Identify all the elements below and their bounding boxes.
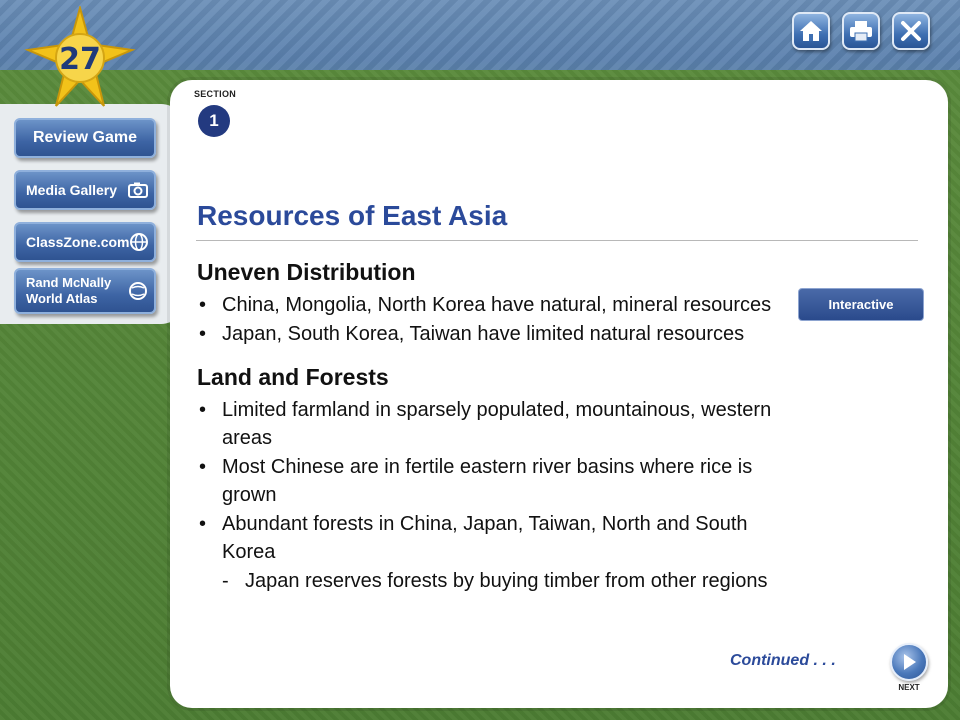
section-land-and-forests: Land and Forests Limited farmland in spa… <box>197 362 797 595</box>
print-button[interactable] <box>842 12 880 50</box>
rand-mcnally-label: Rand McNally World Atlas <box>26 275 112 306</box>
list-item: Abundant forests in China, Japan, Taiwan… <box>197 510 787 566</box>
home-button[interactable] <box>792 12 830 50</box>
media-gallery-label: Media Gallery <box>26 182 118 198</box>
page-title: Resources of East Asia <box>197 200 508 231</box>
camera-icon <box>128 180 148 200</box>
next-button[interactable] <box>890 643 928 681</box>
close-button[interactable] <box>892 12 930 50</box>
chapter-star-badge: 27 <box>24 4 136 110</box>
next-label: NEXT <box>898 683 920 692</box>
review-game-label: Review Game <box>32 129 138 146</box>
main-content: Uneven Distribution China, Mongolia, Nor… <box>197 257 797 595</box>
interactive-button[interactable]: Interactive <box>798 288 924 321</box>
review-game-button[interactable]: Review Game <box>14 118 156 158</box>
close-icon <box>901 21 921 41</box>
section-heading: Land and Forests <box>197 364 389 390</box>
rand-mcnally-atlas-button[interactable]: Rand McNally World Atlas <box>14 268 156 314</box>
classzone-label: ClassZone.com <box>26 234 130 250</box>
printer-icon <box>850 21 872 42</box>
sub-list-item: Japan reserves forests by buying timber … <box>197 567 787 595</box>
classzone-button[interactable]: ClassZone.com <box>14 222 156 262</box>
globe-icon <box>129 232 149 252</box>
play-arrow-icon <box>904 654 916 670</box>
section-uneven-distribution: Uneven Distribution China, Mongolia, Nor… <box>197 257 797 348</box>
continued-label: Continued . . . <box>730 652 836 669</box>
atlas-globe-icon <box>128 281 148 301</box>
home-icon <box>800 21 822 41</box>
list-item: Limited farmland in sparsely populated, … <box>197 396 787 452</box>
chapter-number: 27 <box>59 42 101 77</box>
section-label: SECTION <box>193 89 237 99</box>
section-heading: Uneven Distribution <box>197 259 416 285</box>
section-number-badge: 1 <box>198 105 230 137</box>
list-item: China, Mongolia, North Korea have natura… <box>197 291 787 319</box>
list-item: Most Chinese are in fertile eastern rive… <box>197 453 787 509</box>
title-divider <box>196 240 918 241</box>
list-item: Japan, South Korea, Taiwan have limited … <box>197 320 787 348</box>
media-gallery-button[interactable]: Media Gallery <box>14 170 156 210</box>
